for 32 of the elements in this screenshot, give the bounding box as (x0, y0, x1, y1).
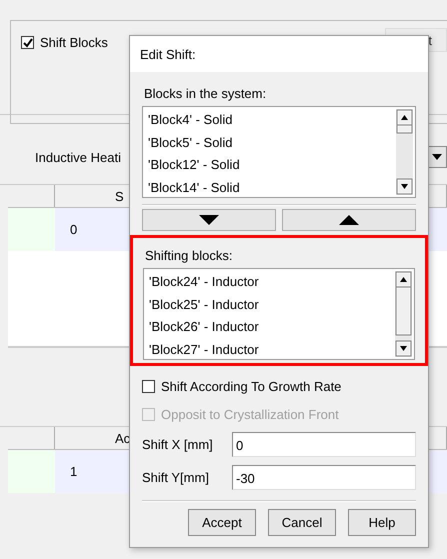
list-box[interactable]: 'Block4' - Solid 'Block5' - Solid 'Block12' - Solid 'Block14' - Solid (142, 106, 416, 198)
table-cell (8, 208, 55, 251)
checkbox[interactable] (142, 380, 155, 392)
checkbox-label: Shift Blocks (40, 35, 108, 50)
move-up-button[interactable] (282, 209, 416, 231)
list-item[interactable]: 'Block26' - Inductor (146, 316, 395, 338)
list-item[interactable]: 'Block4' - Solid (145, 109, 396, 132)
scrollbar-drawing[interactable] (396, 109, 413, 195)
dialog-button[interactable]: Accept (188, 509, 256, 536)
dialog-title: Edit Shift: (130, 36, 428, 72)
triangle-down-icon (199, 215, 219, 225)
list-item[interactable]: 'Block25' - Inductor (146, 294, 395, 316)
scrollbar-drawing[interactable] (395, 271, 412, 357)
list-item[interactable]: 'Block27' - Inductor (146, 338, 395, 361)
heating-label: Inductive Heati (35, 150, 121, 164)
table-cell (8, 450, 55, 493)
list-label: Blocks in the system: (143, 85, 268, 103)
move-down-button[interactable] (142, 209, 276, 231)
input-field[interactable]: -30 (232, 465, 416, 490)
list-item[interactable]: 'Block24' - Inductor (146, 271, 395, 294)
checkbox[interactable] (21, 36, 34, 49)
list-item[interactable]: 'Block12' - Solid (145, 154, 396, 176)
triangle-up-icon (339, 215, 359, 225)
dialog-button[interactable]: Cancel (268, 509, 336, 536)
dialog-button[interactable]: Help (348, 509, 416, 536)
field-label: Shift Y[mm] (142, 470, 210, 485)
list-box[interactable]: 'Block24' - Inductor 'Block25' - Inductor 'Block26' - Inductor 'Block27' - Inductor (143, 268, 415, 360)
checkbox-label: Shift According To Growth Rate (161, 378, 342, 394)
checkbox-label: Opposit to Crystallization Front (161, 406, 339, 422)
list-item[interactable]: 'Block5' - Solid (145, 132, 396, 154)
input-field[interactable]: 0 (232, 432, 416, 457)
field-label: Shift X [mm] (142, 437, 214, 452)
